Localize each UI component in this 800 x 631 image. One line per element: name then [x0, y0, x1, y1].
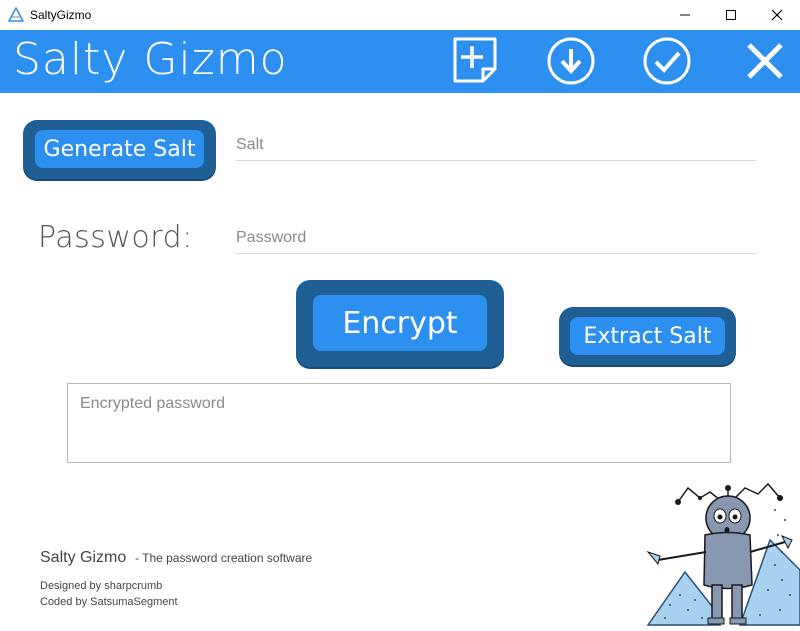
designer-credit: Designed by sharpcrumb	[40, 580, 163, 592]
footer-brand: Salty Gizmo	[40, 549, 127, 566]
encrypt-label: Encrypt	[313, 295, 487, 351]
coder-credit: Coded by SatsumaSegment	[40, 596, 178, 608]
window-title: SaltyGizmo	[30, 8, 92, 22]
password-field[interactable]	[236, 223, 756, 254]
encrypted-password-output[interactable]	[68, 384, 730, 462]
maximize-button[interactable]	[708, 0, 754, 30]
maximize-icon	[726, 10, 736, 20]
encrypt-button[interactable]: Encrypt	[296, 280, 504, 367]
window-close-button[interactable]	[754, 0, 800, 30]
download-icon[interactable]	[546, 36, 596, 86]
generate-salt-button[interactable]: Generate Salt	[23, 120, 216, 179]
minimize-icon	[680, 14, 690, 16]
minimize-button[interactable]	[662, 0, 708, 30]
password-label: Password:	[38, 220, 193, 255]
new-document-icon[interactable]	[450, 36, 500, 86]
close-icon[interactable]	[740, 36, 790, 86]
salt-field[interactable]	[236, 130, 756, 161]
extract-salt-label: Extract Salt	[570, 317, 725, 355]
app-header: Salty Gizmo	[0, 30, 800, 93]
app-icon	[8, 7, 24, 22]
salt-input[interactable]	[236, 130, 756, 160]
password-input[interactable]	[236, 223, 756, 253]
encrypted-password-box[interactable]	[67, 383, 731, 463]
app-brand: Salty Gizmo	[13, 34, 288, 85]
footer-tagline: - The password creation software	[135, 551, 313, 565]
window-titlebar: SaltyGizmo	[0, 0, 800, 30]
generate-salt-label: Generate Salt	[35, 130, 204, 168]
check-icon[interactable]	[642, 36, 692, 86]
extract-salt-button[interactable]: Extract Salt	[559, 307, 736, 365]
close-icon	[771, 9, 783, 21]
gizmo-mascot-illustration	[646, 482, 800, 626]
